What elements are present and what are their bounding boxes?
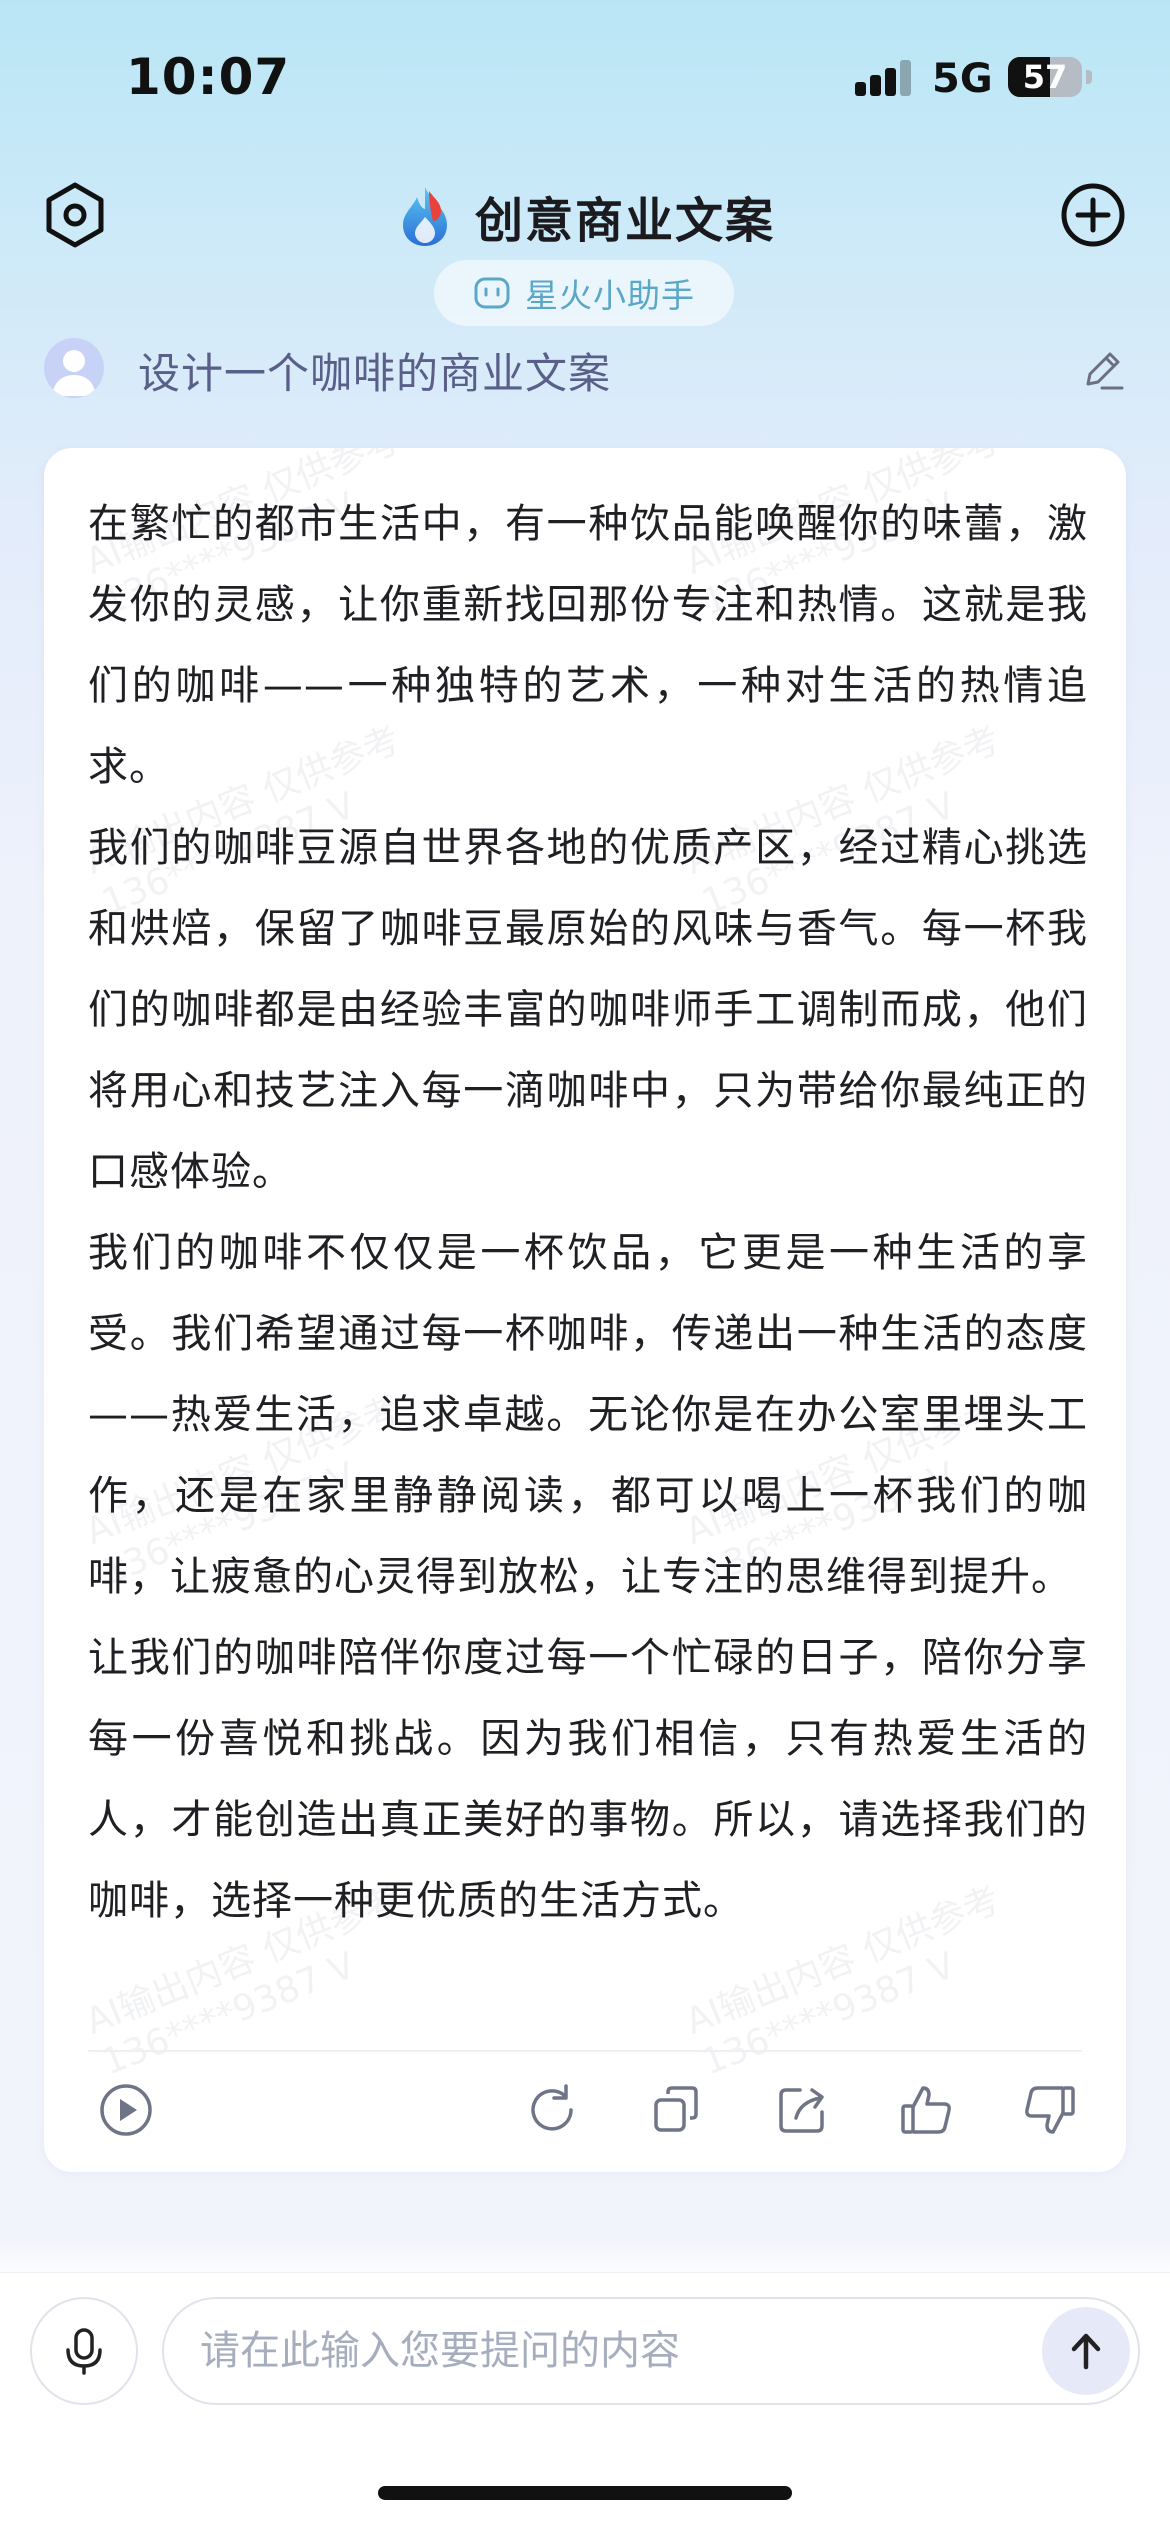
thumbs-up-icon xyxy=(901,2086,951,2134)
thumbs-up-button[interactable] xyxy=(896,2080,956,2140)
answer-actions xyxy=(44,2058,1126,2168)
question-text: 设计一个咖啡的商业文案 xyxy=(138,349,612,398)
answer-paragraph: 让我们的咖啡陪伴你度过每一个忙碌的日子，陪你分享每一份喜悦和挑战。因为我们相信，… xyxy=(88,1635,1088,1924)
assistant-pill[interactable]: 星火小助手 xyxy=(434,260,734,326)
card-divider xyxy=(88,2050,1082,2052)
thumbs-down-button[interactable] xyxy=(1020,2080,1080,2140)
answer-paragraph: 在繁忙的都市生活中，有一种饮品能唤醒你的味蕾，激发你的灵感，让你重新找回那份专注… xyxy=(88,501,1088,790)
user-avatar-icon xyxy=(52,350,96,396)
copy-button[interactable] xyxy=(646,2080,706,2140)
regenerate-button[interactable] xyxy=(522,2080,582,2140)
answer-card: AI输出内容 仅供参考 136****9387 V AI输出内容 仅供参考 13… xyxy=(44,448,1126,2172)
share-icon xyxy=(779,2088,824,2133)
cellular-signal-icon xyxy=(855,60,911,96)
user-question: 设计一个咖啡的商业文案 xyxy=(0,330,1170,410)
play-button[interactable] xyxy=(96,2080,156,2140)
plus-circle-icon xyxy=(1061,183,1125,247)
regenerate-icon xyxy=(531,2084,573,2131)
battery-nub xyxy=(1086,70,1092,84)
share-button[interactable] xyxy=(772,2080,832,2140)
battery-level: 57 xyxy=(1022,58,1068,96)
avatar xyxy=(44,338,104,398)
voice-input-button[interactable] xyxy=(30,2297,138,2405)
page-title: 创意商业文案 xyxy=(474,193,775,249)
status-bar: 10:07 5G 57 xyxy=(0,0,1170,150)
copy-icon xyxy=(654,2086,698,2132)
play-icon xyxy=(100,2084,152,2136)
microphone-icon xyxy=(66,2328,102,2375)
title-wrap: 创意商业文案 xyxy=(0,180,1170,252)
spark-flame-logo xyxy=(402,187,447,246)
answer-paragraph: 我们的咖啡不仅仅是一杯饮品，它更是一种生活的享受。我们希望通过每一杯咖啡，传递出… xyxy=(88,1230,1088,1600)
edit-question-button[interactable] xyxy=(1080,346,1126,392)
header: 创意商业文案 星火小助手 xyxy=(0,160,1170,326)
question-input-box xyxy=(162,2297,1140,2405)
battery-icon: 57 xyxy=(1008,57,1082,97)
robot-face-icon xyxy=(474,277,510,309)
question-input[interactable] xyxy=(200,2299,1000,2403)
send-button[interactable] xyxy=(1042,2307,1130,2395)
thumbs-down-icon xyxy=(1025,2086,1075,2134)
network-type: 5G xyxy=(932,56,993,102)
answer-body: 在繁忙的都市生活中，有一种饮品能唤醒你的味蕾，激发你的灵感，让你重新找回那份专注… xyxy=(88,484,1088,1942)
new-chat-button[interactable] xyxy=(1058,180,1128,250)
status-time: 10:07 xyxy=(126,48,291,106)
arrow-up-icon xyxy=(1071,2333,1101,2370)
home-indicator xyxy=(378,2486,792,2500)
pencil-icon xyxy=(1086,352,1124,390)
assistant-label: 星火小助手 xyxy=(525,276,695,315)
answer-paragraph: 我们的咖啡豆源自世界各地的优质产区，经过精心挑选和烘焙，保留了咖啡豆最原始的风味… xyxy=(88,825,1088,1195)
